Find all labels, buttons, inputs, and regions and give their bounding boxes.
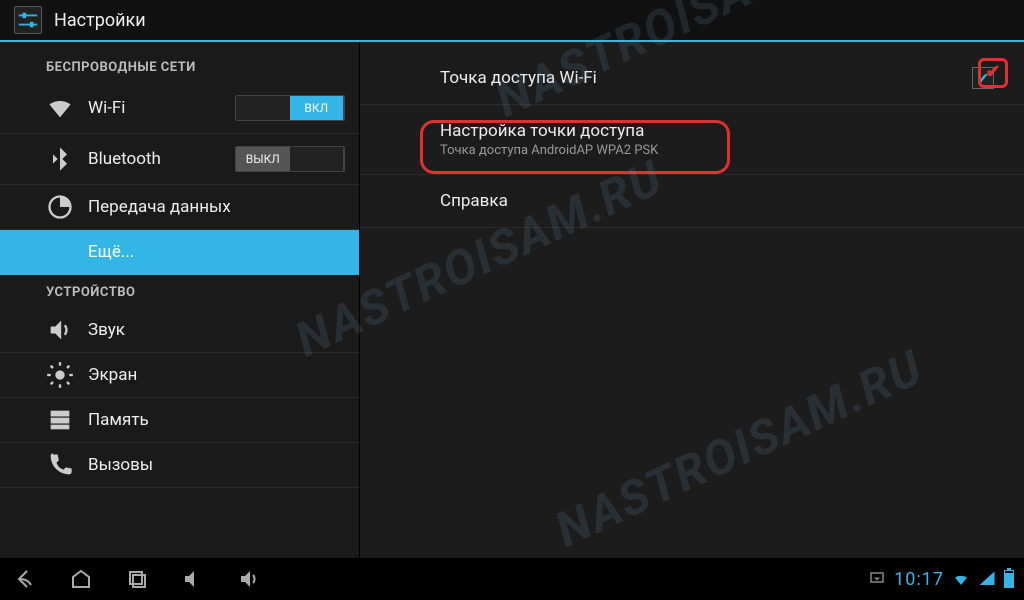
hotspot-toggle-row[interactable]: Точка доступа Wi-Fi — [360, 52, 1024, 105]
sidebar-item-label: Экран — [88, 365, 137, 385]
help-label: Справка — [440, 191, 994, 211]
battery-status-icon — [1004, 570, 1014, 588]
nav-left-group — [10, 564, 264, 594]
status-clock: 10:17 — [894, 569, 944, 590]
sidebar-item-label: Wi-Fi — [88, 98, 125, 118]
volume-down-button[interactable] — [178, 564, 208, 594]
home-button[interactable] — [66, 564, 96, 594]
section-header-wireless: БЕСПРОВОДНЫЕ СЕТИ — [0, 42, 359, 83]
data-usage-icon — [46, 193, 74, 221]
hotspot-toggle-label: Точка доступа Wi-Fi — [440, 68, 994, 88]
sidebar-item-label: Ещё... — [88, 242, 134, 262]
status-area[interactable]: 10:17 — [868, 569, 1014, 590]
sidebar-item-label: Память — [88, 410, 149, 430]
hotspot-config-row[interactable]: Настройка точки доступа Точка доступа An… — [360, 105, 1024, 175]
toggle-on-label: ВКЛ — [290, 96, 345, 120]
sidebar-item-display[interactable]: Экран — [0, 353, 359, 398]
sliders-icon — [17, 9, 39, 31]
sidebar-item-storage[interactable]: Память — [0, 398, 359, 443]
toggle-off-label: ВЫКЛ — [236, 147, 290, 171]
phone-icon — [46, 451, 74, 479]
header-bar: Настройки — [0, 0, 1024, 42]
help-row[interactable]: Справка — [360, 175, 1024, 228]
back-button[interactable] — [10, 564, 40, 594]
page-title: Настройки — [54, 10, 146, 31]
bluetooth-toggle[interactable]: ВЫКЛ — [235, 146, 345, 172]
sidebar-item-label: Вызовы — [88, 455, 153, 475]
sidebar-item-label: Передача данных — [88, 197, 231, 217]
hotspot-checkbox[interactable] — [972, 67, 994, 89]
signal-status-icon — [978, 570, 996, 588]
display-icon — [46, 361, 74, 389]
toggle-on-label — [290, 147, 345, 171]
sidebar-item-more[interactable]: Ещё... — [0, 230, 359, 275]
wifi-status-icon — [952, 570, 970, 588]
sidebar-item-label: Bluetooth — [88, 149, 161, 169]
hotspot-config-title: Настройка точки доступа — [440, 121, 994, 141]
hotspot-config-subtitle: Точка доступа AndroidAP WPA2 PSK — [440, 143, 994, 158]
section-header-device: УСТРОЙСТВО — [0, 275, 359, 308]
sidebar-item-wifi[interactable]: Wi-Fi ВКЛ — [0, 83, 359, 134]
wifi-toggle[interactable]: ВКЛ — [235, 95, 345, 121]
toggle-off-label — [236, 96, 290, 120]
download-icon — [868, 570, 886, 588]
wifi-icon — [46, 94, 74, 122]
settings-app-icon — [14, 6, 42, 34]
settings-sidebar[interactable]: БЕСПРОВОДНЫЕ СЕТИ Wi-Fi ВКЛ Bluetooth ВЫ… — [0, 42, 360, 558]
sidebar-item-sound[interactable]: Звук — [0, 308, 359, 353]
sound-icon — [46, 316, 74, 344]
content-panel: Точка доступа Wi-Fi Настройка точки дост… — [360, 42, 1024, 558]
sidebar-item-data-usage[interactable]: Передача данных — [0, 185, 359, 230]
sidebar-item-calls[interactable]: Вызовы — [0, 443, 359, 488]
main-area: БЕСПРОВОДНЫЕ СЕТИ Wi-Fi ВКЛ Bluetooth ВЫ… — [0, 42, 1024, 558]
recent-apps-button[interactable] — [122, 564, 152, 594]
volume-up-button[interactable] — [234, 564, 264, 594]
sidebar-item-bluetooth[interactable]: Bluetooth ВЫКЛ — [0, 134, 359, 185]
system-navbar: 10:17 — [0, 558, 1024, 600]
bluetooth-icon — [46, 145, 74, 173]
storage-icon — [46, 406, 74, 434]
sidebar-item-label: Звук — [88, 320, 125, 340]
